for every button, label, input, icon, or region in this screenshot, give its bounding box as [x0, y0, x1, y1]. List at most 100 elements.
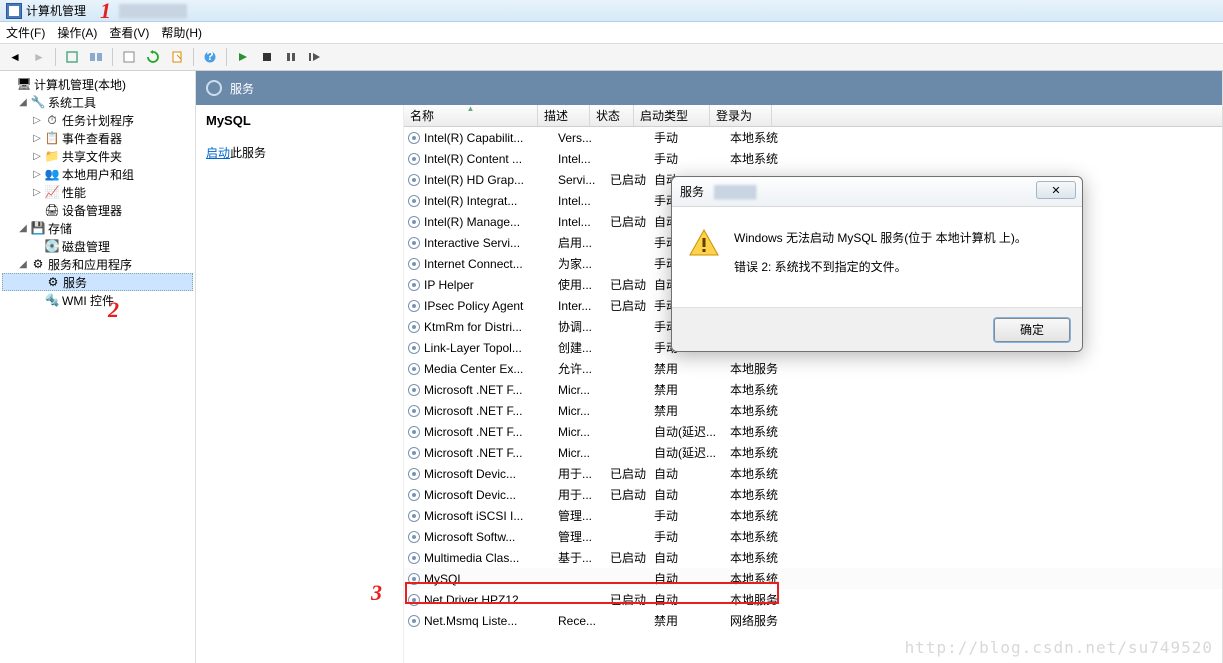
- service-row[interactable]: Microsoft Devic...用于...已启动自动本地系统: [404, 484, 1222, 505]
- work-area: 🖥计算机管理(本地)◢🔧系统工具▷⏱任务计划程序▷📋事件查看器▷📁共享文件夹▷👥…: [0, 71, 1223, 663]
- cell-desc: Intel...: [558, 152, 610, 166]
- service-icon: [406, 403, 422, 419]
- tree-label: 性能: [62, 184, 86, 201]
- tree-label: 任务计划程序: [62, 112, 134, 129]
- start-service-link[interactable]: 启动: [206, 146, 230, 160]
- cell-startup: 自动: [654, 570, 730, 587]
- tree-item-6[interactable]: ▷📈性能: [2, 183, 193, 201]
- service-row[interactable]: Net Driver HPZ12已启动自动本地服务: [404, 589, 1222, 610]
- cell-logon: 本地服务: [730, 360, 792, 377]
- show-hide-button[interactable]: [85, 47, 107, 67]
- tree-label: 服务和应用程序: [48, 256, 132, 273]
- tree-item-8[interactable]: ◢💾存储: [2, 219, 193, 237]
- stop-button[interactable]: [256, 47, 278, 67]
- back-button[interactable]: ◄: [4, 47, 26, 67]
- tree-node-icon: ⚙: [30, 256, 46, 272]
- tree-item-12[interactable]: 🔩WMI 控件: [2, 291, 193, 309]
- cell-desc: 管理...: [558, 528, 610, 545]
- cell-name: Link-Layer Topol...: [424, 341, 558, 355]
- service-icon: [406, 130, 422, 146]
- service-icon: [406, 445, 422, 461]
- tree-twist-icon[interactable]: ◢: [16, 223, 30, 234]
- tree-label: 磁盘管理: [62, 238, 110, 255]
- service-row[interactable]: Microsoft Softw...管理...手动本地系统: [404, 526, 1222, 547]
- service-row[interactable]: Microsoft .NET F...Micr...自动(延迟...本地系统: [404, 421, 1222, 442]
- refresh-button[interactable]: [142, 47, 164, 67]
- service-row[interactable]: Microsoft .NET F...Micr...禁用本地系统: [404, 379, 1222, 400]
- tree-twist-icon[interactable]: ▷: [30, 187, 44, 198]
- cell-desc: 为家...: [558, 255, 610, 272]
- tree-item-1[interactable]: ◢🔧系统工具: [2, 93, 193, 111]
- menu-file[interactable]: 文件(F): [6, 24, 45, 41]
- cell-logon: 本地系统: [730, 549, 792, 566]
- tree-item-2[interactable]: ▷⏱任务计划程序: [2, 111, 193, 129]
- tree-twist-icon[interactable]: ◢: [16, 259, 30, 270]
- service-row[interactable]: Microsoft iSCSI I...管理...手动本地系统: [404, 505, 1222, 526]
- cell-desc: 创建...: [558, 339, 610, 356]
- cell-startup: 自动: [654, 465, 730, 482]
- service-row[interactable]: Microsoft Devic...用于...已启动自动本地系统: [404, 463, 1222, 484]
- forward-button[interactable]: ►: [28, 47, 50, 67]
- tree-node-icon: 📁: [44, 148, 60, 164]
- tree-item-3[interactable]: ▷📋事件查看器: [2, 129, 193, 147]
- service-row[interactable]: Multimedia Clas...基于...已启动自动本地系统: [404, 547, 1222, 568]
- tree-twist-icon[interactable]: ▷: [30, 151, 44, 162]
- menubar[interactable]: 文件(F) 操作(A) 查看(V) 帮助(H): [0, 22, 1223, 44]
- main-panel: 服务 MySQL 启动此服务 名称▲ 描述 状态 启动类型 登录为 Intel(…: [196, 71, 1223, 663]
- cell-desc: Micr...: [558, 446, 610, 460]
- play-button[interactable]: [232, 47, 254, 67]
- restart-button[interactable]: [304, 47, 326, 67]
- column-headers[interactable]: 名称▲ 描述 状态 启动类型 登录为: [404, 105, 1222, 127]
- ok-button[interactable]: 确定: [994, 318, 1070, 342]
- menu-help[interactable]: 帮助(H): [161, 24, 202, 41]
- dialog-message: Windows 无法启动 MySQL 服务(位于 本地计算机 上)。 错误 2:…: [734, 227, 1027, 295]
- cell-logon: 本地系统: [730, 570, 792, 587]
- up-button[interactable]: [61, 47, 83, 67]
- tree-twist-icon[interactable]: ◢: [16, 97, 30, 108]
- menu-view[interactable]: 查看(V): [109, 24, 149, 41]
- tree-item-5[interactable]: ▷👥本地用户和组: [2, 165, 193, 183]
- col-desc[interactable]: 描述: [538, 105, 590, 126]
- properties-button[interactable]: [118, 47, 140, 67]
- service-row[interactable]: Intel(R) Capabilit...Vers...手动本地系统: [404, 127, 1222, 148]
- export-button[interactable]: [166, 47, 188, 67]
- menu-action[interactable]: 操作(A): [57, 24, 97, 41]
- annotation-1: 1: [100, 0, 111, 24]
- cell-startup: 自动(延迟...: [654, 444, 730, 461]
- service-icon: [406, 193, 422, 209]
- tree-twist-icon[interactable]: ▷: [30, 169, 44, 180]
- tree-twist-icon[interactable]: ▷: [30, 133, 44, 144]
- col-logon[interactable]: 登录为: [710, 105, 772, 126]
- tree-node-icon: 💽: [44, 238, 60, 254]
- tree-item-7[interactable]: 🖨设备管理器: [2, 201, 193, 219]
- tree-item-10[interactable]: ◢⚙服务和应用程序: [2, 255, 193, 273]
- cell-status: 已启动: [610, 213, 654, 230]
- cell-name: Microsoft .NET F...: [424, 425, 558, 439]
- nav-tree[interactable]: 🖥计算机管理(本地)◢🔧系统工具▷⏱任务计划程序▷📋事件查看器▷📁共享文件夹▷👥…: [0, 71, 196, 663]
- service-icon: [406, 298, 422, 314]
- tree-label: 服务: [63, 274, 87, 291]
- service-row[interactable]: Microsoft .NET F...Micr...禁用本地系统: [404, 400, 1222, 421]
- tree-item-0[interactable]: 🖥计算机管理(本地): [2, 75, 193, 93]
- service-row[interactable]: Microsoft .NET F...Micr...自动(延迟...本地系统: [404, 442, 1222, 463]
- dialog-titlebar[interactable]: 服务 █████ ✕: [672, 177, 1082, 207]
- pause-button[interactable]: [280, 47, 302, 67]
- tree-item-11[interactable]: ⚙服务: [2, 273, 193, 291]
- service-icon: [406, 214, 422, 230]
- tree-twist-icon[interactable]: ▷: [30, 115, 44, 126]
- cell-name: Intel(R) Manage...: [424, 215, 558, 229]
- cell-desc: Micr...: [558, 383, 610, 397]
- cell-name: Microsoft Devic...: [424, 467, 558, 481]
- col-status[interactable]: 状态: [590, 105, 634, 126]
- service-row[interactable]: MySQL自动本地系统: [404, 568, 1222, 589]
- cell-desc: Vers...: [558, 131, 610, 145]
- close-icon[interactable]: ✕: [1036, 181, 1076, 199]
- col-startup[interactable]: 启动类型: [634, 105, 710, 126]
- service-row[interactable]: Media Center Ex...允许...禁用本地服务: [404, 358, 1222, 379]
- tree-item-4[interactable]: ▷📁共享文件夹: [2, 147, 193, 165]
- tree-item-9[interactable]: 💽磁盘管理: [2, 237, 193, 255]
- col-name[interactable]: 名称▲: [404, 105, 538, 126]
- service-row[interactable]: Intel(R) Content ...Intel...手动本地系统: [404, 148, 1222, 169]
- service-row[interactable]: Net.Msmq Liste...Rece...禁用网络服务: [404, 610, 1222, 631]
- help-button[interactable]: ?: [199, 47, 221, 67]
